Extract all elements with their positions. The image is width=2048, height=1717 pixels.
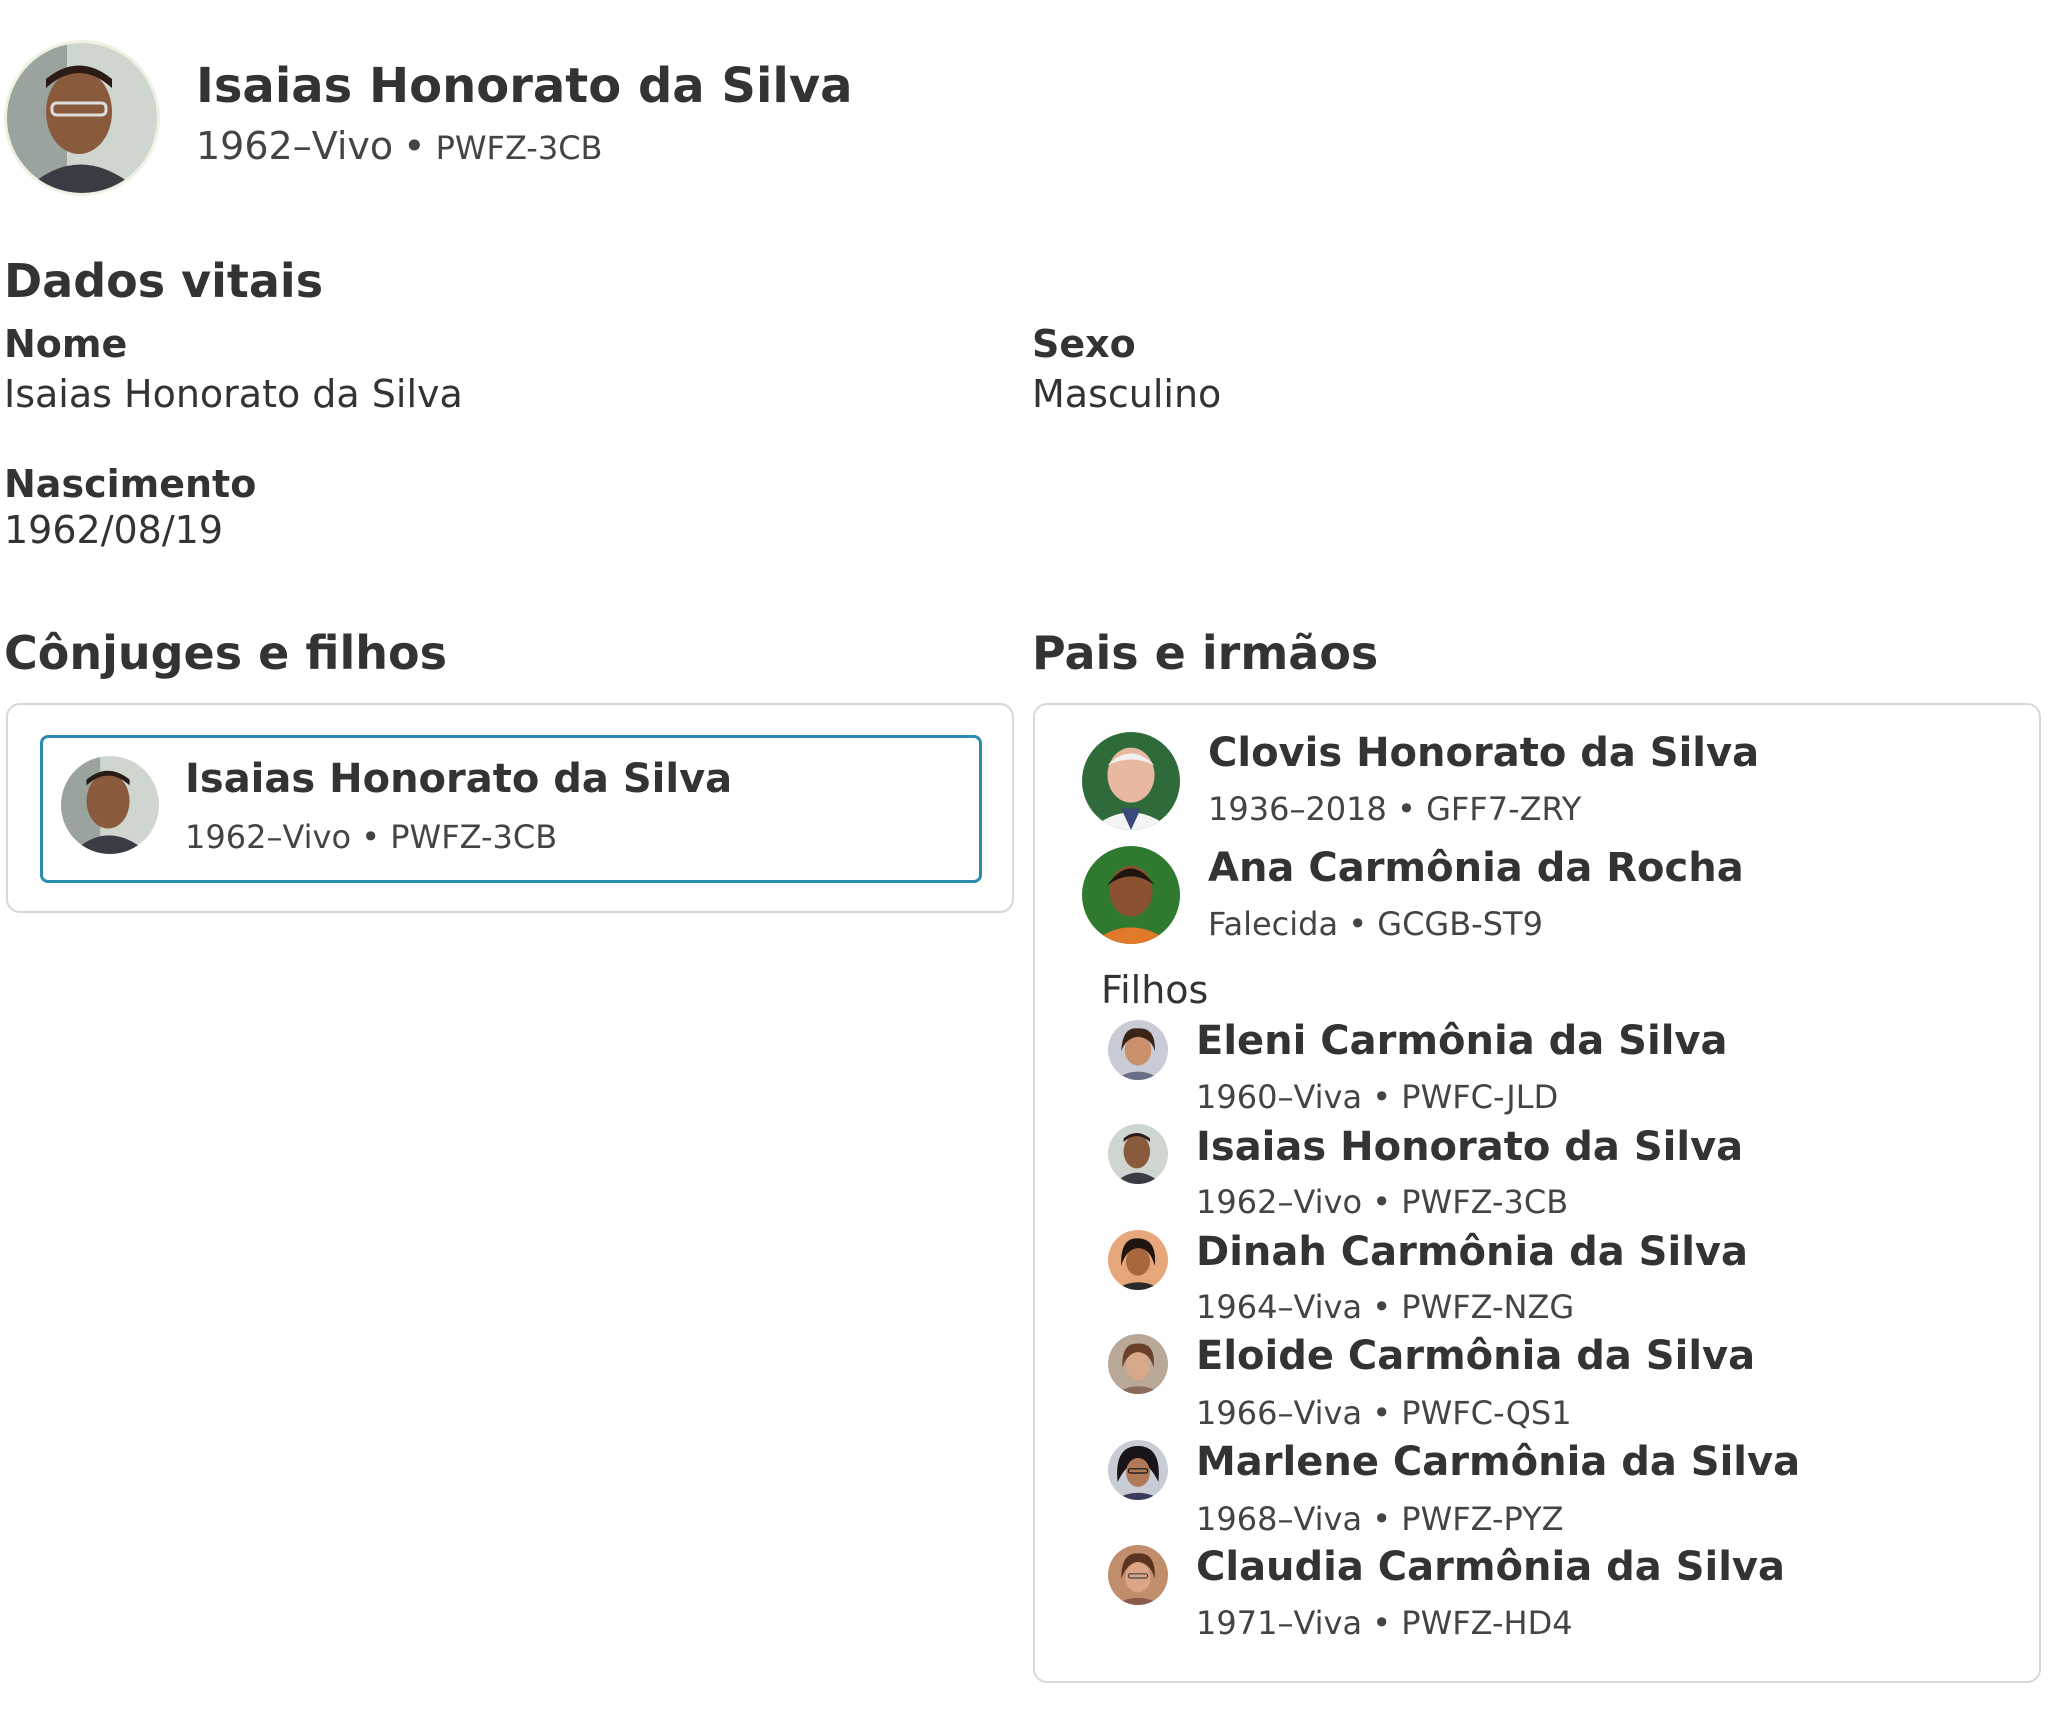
sex-label: Sexo xyxy=(1032,322,1136,366)
mother-avatar[interactable] xyxy=(1082,846,1180,944)
child-name[interactable]: Marlene Carmônia da Silva xyxy=(1196,1439,1800,1485)
spouse-avatar xyxy=(61,756,159,854)
mother-info: Falecida • GCGB-ST9 xyxy=(1208,905,1543,943)
name-label: Nome xyxy=(4,322,128,366)
child-info: 1964–Viva • PWFZ-NZG xyxy=(1196,1288,1575,1326)
person-name: Isaias Honorato da Silva xyxy=(196,58,853,114)
child-avatar[interactable] xyxy=(1108,1440,1168,1500)
father-name[interactable]: Clovis Honorato da Silva xyxy=(1208,730,1759,776)
child-avatar[interactable] xyxy=(1108,1124,1168,1184)
person-id[interactable]: PWFZ-3CB xyxy=(436,129,603,167)
father-info: 1936–2018 • GFF7-ZRY xyxy=(1208,790,1582,828)
spouse-info: 1962–Vivo • PWFZ-3CB xyxy=(185,818,558,856)
section-title-spouses: Cônjuges e filhos xyxy=(4,626,447,680)
section-title-parents: Pais e irmãos xyxy=(1032,626,1379,680)
child-info: 1966–Viva • PWFC-QS1 xyxy=(1196,1394,1572,1432)
man-portrait-icon xyxy=(7,43,157,193)
child-info: 1962–Vivo • PWFZ-3CB xyxy=(1196,1183,1569,1221)
spouses-card: Isaias Honorato da Silva 1962–Vivo • PWF… xyxy=(6,703,1014,913)
man-portrait-icon xyxy=(1082,732,1180,830)
birth-value: 1962/08/19 xyxy=(4,508,224,552)
spouse-name: Isaias Honorato da Silva xyxy=(185,756,733,802)
separator-dot: • xyxy=(403,124,426,168)
child-info: 1960–Viva • PWFC-JLD xyxy=(1196,1078,1559,1116)
child-avatar[interactable] xyxy=(1108,1545,1168,1605)
father-avatar[interactable] xyxy=(1082,732,1180,830)
woman-portrait-icon xyxy=(1108,1020,1168,1080)
woman-portrait-icon xyxy=(1108,1230,1168,1290)
man-portrait-icon xyxy=(1108,1124,1168,1184)
spouse-person-card[interactable]: Isaias Honorato da Silva 1962–Vivo • PWF… xyxy=(40,735,982,883)
child-name[interactable]: Isaias Honorato da Silva xyxy=(1196,1124,1743,1170)
person-lifespan-id: 1962–Vivo • PWFZ-3CB xyxy=(196,124,603,168)
child-avatar[interactable] xyxy=(1108,1230,1168,1290)
child-info: 1968–Viva • PWFZ-PYZ xyxy=(1196,1500,1564,1538)
children-label: Filhos xyxy=(1101,968,1209,1012)
person-avatar[interactable] xyxy=(4,40,160,196)
child-name[interactable]: Claudia Carmônia da Silva xyxy=(1196,1544,1785,1590)
person-page: Isaias Honorato da Silva 1962–Vivo • PWFZ-… xyxy=(0,0,2048,1717)
mother-name[interactable]: Ana Carmônia da Rocha xyxy=(1208,845,1744,891)
child-info: 1971–Viva • PWFZ-HD4 xyxy=(1196,1604,1573,1642)
lifespan: 1962–Vivo xyxy=(196,124,394,168)
man-portrait-icon xyxy=(61,756,159,854)
section-title-vitals: Dados vitais xyxy=(4,254,324,308)
woman-portrait-icon xyxy=(1108,1545,1168,1605)
woman-portrait-icon xyxy=(1108,1334,1168,1394)
woman-portrait-icon xyxy=(1108,1440,1168,1500)
birth-label: Nascimento xyxy=(4,462,257,506)
child-name[interactable]: Eleni Carmônia da Silva xyxy=(1196,1018,1727,1064)
woman-portrait-icon xyxy=(1082,846,1180,944)
child-avatar[interactable] xyxy=(1108,1020,1168,1080)
child-avatar[interactable] xyxy=(1108,1334,1168,1394)
child-name[interactable]: Eloide Carmônia da Silva xyxy=(1196,1333,1755,1379)
sex-value: Masculino xyxy=(1032,372,1222,416)
name-value: Isaias Honorato da Silva xyxy=(4,372,463,416)
child-name[interactable]: Dinah Carmônia da Silva xyxy=(1196,1229,1748,1275)
